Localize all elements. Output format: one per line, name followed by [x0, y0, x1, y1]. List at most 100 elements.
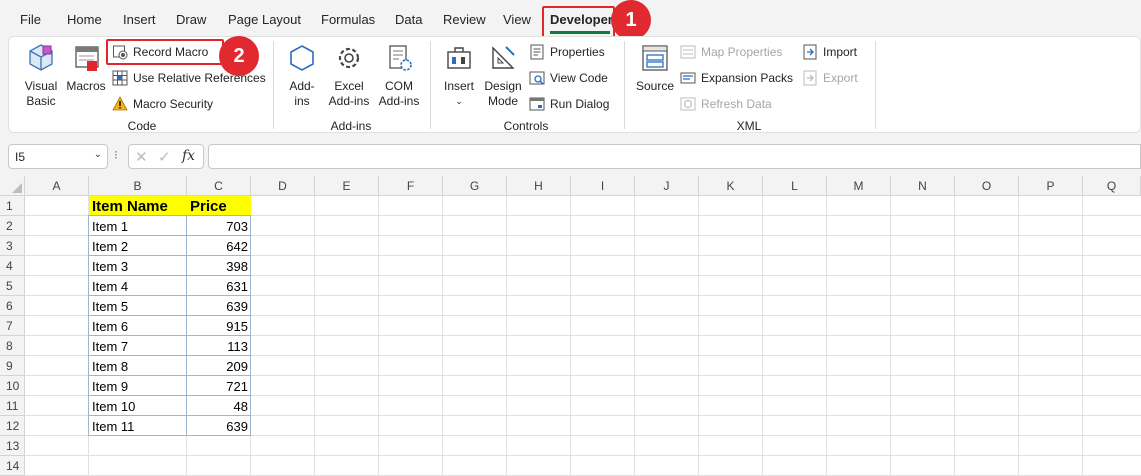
column-header[interactable]: C	[187, 176, 251, 196]
row-header[interactable]: 12	[0, 416, 25, 436]
table-cell-name[interactable]: Item 3	[89, 256, 186, 276]
worksheet-grid[interactable]: A B C D E F G H I J K L M N O P Q 1 2 3 …	[0, 176, 1141, 476]
table-cell-price[interactable]: 703	[187, 216, 250, 236]
name-box-value: I5	[15, 150, 26, 164]
row-header[interactable]: 13	[0, 436, 25, 456]
import-button[interactable]: Import	[802, 42, 857, 62]
xml-source-icon	[638, 41, 672, 75]
add-ins-button[interactable]: Add- ins	[284, 41, 320, 109]
tab-review[interactable]: Review	[443, 12, 486, 27]
table-cell-name[interactable]: Item 5	[89, 296, 186, 316]
table-cell-name[interactable]: Item 2	[89, 236, 186, 256]
row-header[interactable]: 11	[0, 396, 25, 416]
tab-home[interactable]: Home	[67, 12, 102, 27]
enter-icon[interactable]: ✓	[158, 148, 171, 166]
row-header[interactable]: 9	[0, 356, 25, 376]
table-cell-price[interactable]: 113	[187, 336, 250, 356]
header-cell-price[interactable]: Price	[187, 196, 251, 216]
tab-formulas[interactable]: Formulas	[321, 12, 375, 27]
run-dialog-button[interactable]: Run Dialog	[529, 94, 609, 114]
select-all-corner[interactable]	[0, 176, 25, 196]
header-cell-item-name[interactable]: Item Name	[89, 196, 187, 216]
column-header[interactable]: F	[379, 176, 443, 196]
row-header[interactable]: 8	[0, 336, 25, 356]
column-header[interactable]: O	[955, 176, 1019, 196]
design-mode-label-1: Design	[484, 79, 522, 93]
column-header[interactable]: H	[507, 176, 571, 196]
row-header[interactable]: 2	[0, 216, 25, 236]
cancel-icon[interactable]: ✕	[135, 148, 148, 166]
export-button[interactable]: Export	[802, 68, 858, 88]
more-options-icon[interactable]: ⁝	[114, 148, 118, 162]
tab-data[interactable]: Data	[395, 12, 422, 27]
row-header[interactable]: 4	[0, 256, 25, 276]
expansion-packs-button[interactable]: Expansion Packs	[680, 68, 793, 88]
chevron-down-icon: ⌄	[455, 96, 463, 106]
macro-security-button[interactable]: Macro Security	[112, 94, 213, 114]
column-header[interactable]: I	[571, 176, 635, 196]
view-code-button[interactable]: View Code	[529, 68, 608, 88]
name-box[interactable]: I5 ⌄	[8, 144, 108, 169]
column-header[interactable]: B	[89, 176, 187, 196]
table-cell-price[interactable]: 642	[187, 236, 250, 256]
chevron-down-icon[interactable]: ⌄	[94, 149, 102, 160]
record-macro-highlight	[106, 39, 224, 65]
map-properties-label: Map Properties	[701, 45, 783, 59]
column-header[interactable]: J	[635, 176, 699, 196]
callout-badge-1: 1	[611, 0, 651, 40]
table-cell-price[interactable]: 398	[187, 256, 250, 276]
table-cell-name[interactable]: Item 11	[89, 416, 186, 436]
table-cell-name[interactable]: Item 9	[89, 376, 186, 396]
table-cell-price[interactable]: 631	[187, 276, 250, 296]
column-header[interactable]: E	[315, 176, 379, 196]
refresh-data-button[interactable]: Refresh Data	[680, 94, 772, 114]
table-cell-price[interactable]: 639	[187, 296, 250, 316]
row-header[interactable]: 10	[0, 376, 25, 396]
tab-view[interactable]: View	[503, 12, 531, 27]
source-button[interactable]: Source	[633, 41, 677, 94]
tab-page-layout[interactable]: Page Layout	[228, 12, 301, 27]
table-cell-price[interactable]: 721	[187, 376, 250, 396]
table-cell-name[interactable]: Item 8	[89, 356, 186, 376]
column-header[interactable]: N	[891, 176, 955, 196]
formula-input[interactable]	[208, 144, 1141, 169]
macros-button[interactable]: Macros	[64, 41, 108, 94]
insert-function-icon[interactable]: fx	[182, 148, 195, 164]
row-header[interactable]: 6	[0, 296, 25, 316]
column-header[interactable]: L	[763, 176, 827, 196]
table-cell-price[interactable]: 915	[187, 316, 250, 336]
column-header[interactable]: Q	[1083, 176, 1141, 196]
row-header[interactable]: 14	[0, 456, 25, 476]
map-properties-button[interactable]: Map Properties	[680, 42, 782, 62]
column-header[interactable]: P	[1019, 176, 1083, 196]
column-header[interactable]: M	[827, 176, 891, 196]
tab-file[interactable]: File	[20, 12, 41, 27]
gridline	[634, 196, 635, 476]
table-cell-name[interactable]: Item 4	[89, 276, 186, 296]
visual-basic-button[interactable]: Visual Basic	[17, 41, 65, 109]
insert-control-button[interactable]: Insert ⌄	[439, 41, 479, 109]
table-cell-name[interactable]: Item 10	[89, 396, 186, 416]
design-mode-button[interactable]: Design Mode	[481, 41, 525, 109]
column-header[interactable]: A	[25, 176, 89, 196]
group-separator	[430, 41, 431, 129]
tab-insert[interactable]: Insert	[123, 12, 156, 27]
table-cell-price[interactable]: 209	[187, 356, 250, 376]
com-add-ins-button[interactable]: COM Add-ins	[375, 41, 423, 109]
row-header[interactable]: 5	[0, 276, 25, 296]
excel-add-ins-button[interactable]: Excel Add-ins	[325, 41, 373, 109]
table-cell-name[interactable]: Item 7	[89, 336, 186, 356]
source-label: Source	[635, 79, 675, 93]
tab-draw[interactable]: Draw	[176, 12, 206, 27]
table-cell-name[interactable]: Item 6	[89, 316, 186, 336]
column-header[interactable]: D	[251, 176, 315, 196]
table-cell-price[interactable]: 48	[187, 396, 250, 416]
row-header[interactable]: 1	[0, 196, 25, 216]
column-header[interactable]: K	[699, 176, 763, 196]
properties-button[interactable]: Properties	[529, 42, 605, 62]
row-header[interactable]: 3	[0, 236, 25, 256]
row-header[interactable]: 7	[0, 316, 25, 336]
table-cell-price[interactable]: 639	[187, 416, 250, 436]
table-cell-name[interactable]: Item 1	[89, 216, 186, 236]
column-header[interactable]: G	[443, 176, 507, 196]
